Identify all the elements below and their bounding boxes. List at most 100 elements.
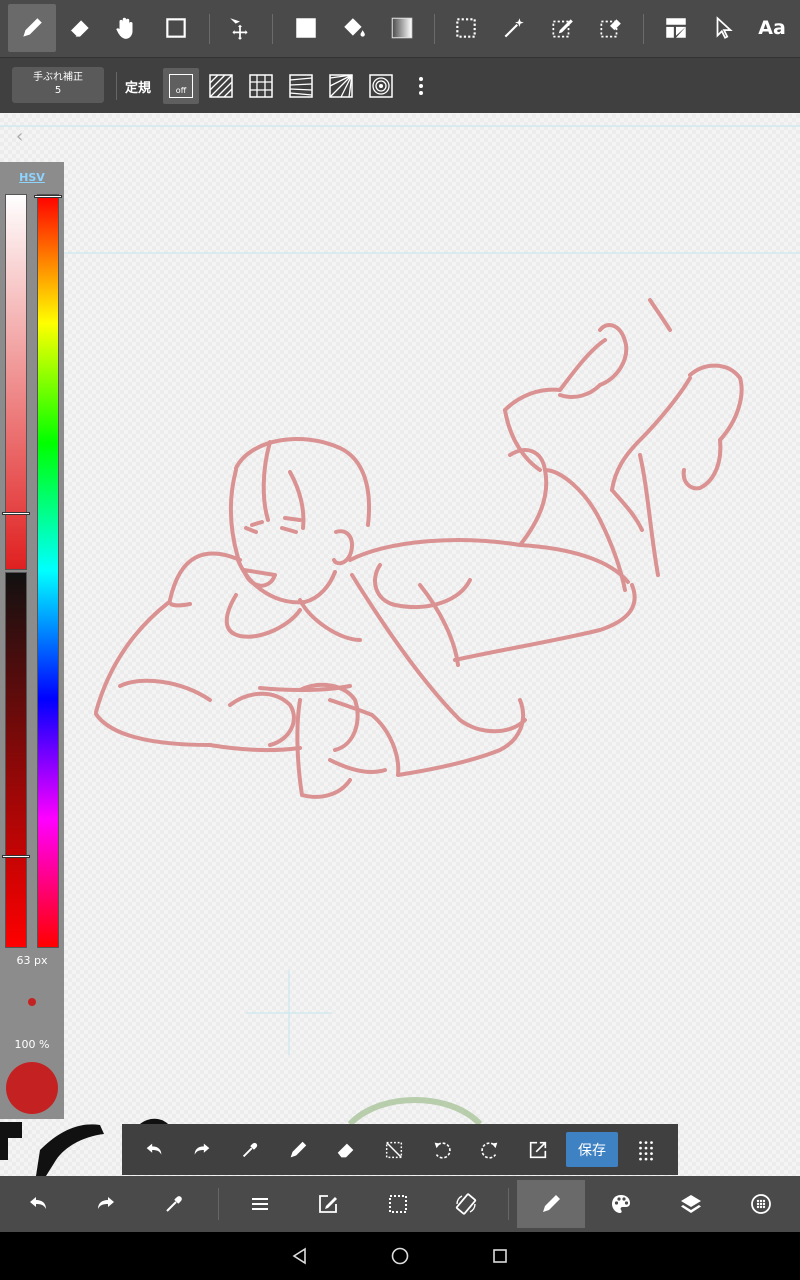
stabilizer-label: 手ぶれ補正 (33, 72, 83, 83)
rotate-canvas-button[interactable] (432, 1180, 500, 1228)
text-tool-button[interactable]: Aa (748, 4, 796, 52)
hue-slider-handle[interactable] (34, 195, 62, 198)
ruler-radial-button[interactable] (323, 68, 359, 104)
quick-redo-button[interactable] (182, 1130, 222, 1170)
current-color-swatch[interactable] (6, 1062, 58, 1114)
layers-icon (681, 1195, 701, 1213)
canvas-artwork (0, 125, 800, 1176)
ruler-grid-button[interactable] (243, 68, 279, 104)
select-tool-button[interactable] (442, 4, 490, 52)
quick-deselect-button[interactable] (374, 1130, 414, 1170)
parallel-lines-icon (209, 74, 233, 98)
drawing-canvas[interactable] (0, 114, 800, 1176)
ruler-more-button[interactable] (403, 68, 439, 104)
magic-wand-tool-button[interactable] (490, 4, 538, 52)
quick-toolbar-menu-button[interactable] (626, 1130, 666, 1170)
figure-sketch (94, 298, 744, 799)
stabilizer-value: 5 (54, 85, 62, 96)
ruler-perspective-button[interactable] (283, 68, 319, 104)
quick-eyedropper-button[interactable] (230, 1130, 270, 1170)
hue-slider[interactable] (37, 194, 59, 948)
quick-eraser-button[interactable] (326, 1130, 366, 1170)
frame-icon (666, 18, 686, 38)
hand-icon (116, 17, 133, 39)
value-slider-handle[interactable] (2, 512, 30, 515)
ruler-label: 定規 (125, 81, 152, 96)
app-window: Aa 手ぶれ補正 5 定規 off ‹ HSV 63 px 100 % 保存 (0, 0, 800, 1280)
rotate-canvas-icon (455, 1193, 477, 1215)
select-pen-tool-button[interactable] (538, 4, 586, 52)
home-circle-icon (391, 1247, 409, 1265)
quick-rotate-right-button[interactable] (470, 1130, 510, 1170)
select-icon (456, 18, 476, 38)
redo-icon (98, 1197, 114, 1209)
palette-icon (612, 1195, 630, 1213)
layers-button[interactable] (657, 1180, 725, 1228)
redo-button[interactable] (72, 1180, 140, 1228)
operate-tool-button[interactable] (700, 4, 748, 52)
magic-wand-icon (504, 18, 524, 38)
pen-tool-button[interactable] (8, 4, 56, 52)
recents-nav-button[interactable] (486, 1242, 514, 1270)
pen-icon (23, 18, 42, 37)
more-vertical-icon (419, 77, 423, 95)
eraser-icon (69, 20, 89, 38)
shape-tool-button[interactable] (152, 4, 200, 52)
redo-icon (194, 1143, 210, 1155)
back-nav-button[interactable] (286, 1242, 314, 1270)
ruler-off-icon: off (169, 74, 193, 98)
material-button[interactable] (727, 1180, 795, 1228)
concentric-icon (369, 74, 393, 98)
color-panel-button[interactable] (587, 1180, 655, 1228)
quick-share-button[interactable] (518, 1130, 558, 1170)
fill-rect-tool-button[interactable] (282, 4, 330, 52)
hand-tool-button[interactable] (102, 4, 150, 52)
radial-lines-icon (329, 74, 353, 98)
stabilizer-button[interactable]: 手ぶれ補正 5 (12, 67, 104, 103)
grid-icon (249, 74, 273, 98)
quick-pen-button[interactable] (278, 1130, 318, 1170)
ruler-off-button[interactable]: off (163, 68, 199, 104)
selection-icon (389, 1195, 407, 1213)
ruler-concentric-button[interactable] (363, 68, 399, 104)
opacity-label[interactable]: 100 % (0, 1038, 64, 1051)
eyedropper-icon (242, 1142, 258, 1158)
pen-icon (290, 1141, 307, 1158)
perspective-lines-icon (289, 74, 313, 98)
undo-icon (30, 1197, 46, 1209)
eraser-tool-button[interactable] (56, 4, 104, 52)
bucket-tool-button[interactable] (330, 4, 378, 52)
rectangle-icon (166, 18, 186, 38)
selection-button[interactable] (364, 1180, 432, 1228)
eyedropper-icon (166, 1196, 182, 1212)
brush-panel-button[interactable] (517, 1180, 585, 1228)
menu-button[interactable] (226, 1180, 294, 1228)
eraser-icon (337, 1143, 354, 1158)
undo-button[interactable] (4, 1180, 72, 1228)
move-tool-button[interactable] (216, 4, 264, 52)
quick-undo-button[interactable] (134, 1130, 174, 1170)
gradient-tool-button[interactable] (378, 4, 426, 52)
brush-size-label[interactable]: 63 px (0, 954, 64, 967)
grid-dots-icon (639, 1141, 653, 1161)
sub-toolbar: 手ぶれ補正 5 定規 off (0, 57, 800, 113)
select-eraser-tool-button[interactable] (586, 4, 634, 52)
quick-rotate-left-button[interactable] (422, 1130, 462, 1170)
top-toolbar: Aa (0, 0, 800, 57)
collapse-panel-icon[interactable]: ‹ (16, 126, 23, 147)
edit-button[interactable] (294, 1180, 362, 1228)
ruler-parallel-button[interactable] (203, 68, 239, 104)
filled-square-icon (296, 18, 316, 38)
material-dots-icon (751, 1194, 771, 1214)
saturation-slider-handle[interactable] (2, 855, 30, 858)
brush-size-preview (28, 998, 36, 1006)
eyedropper-button[interactable] (140, 1180, 208, 1228)
frame-tool-button[interactable] (652, 4, 700, 52)
home-nav-button[interactable] (386, 1242, 414, 1270)
back-triangle-icon (292, 1247, 306, 1265)
saturation-slider[interactable] (5, 572, 27, 948)
save-button[interactable]: 保存 (566, 1132, 618, 1167)
color-mode-toggle[interactable]: HSV (0, 171, 64, 184)
color-panel: HSV 63 px 100 % (0, 162, 64, 1119)
deselect-icon (385, 1141, 403, 1159)
